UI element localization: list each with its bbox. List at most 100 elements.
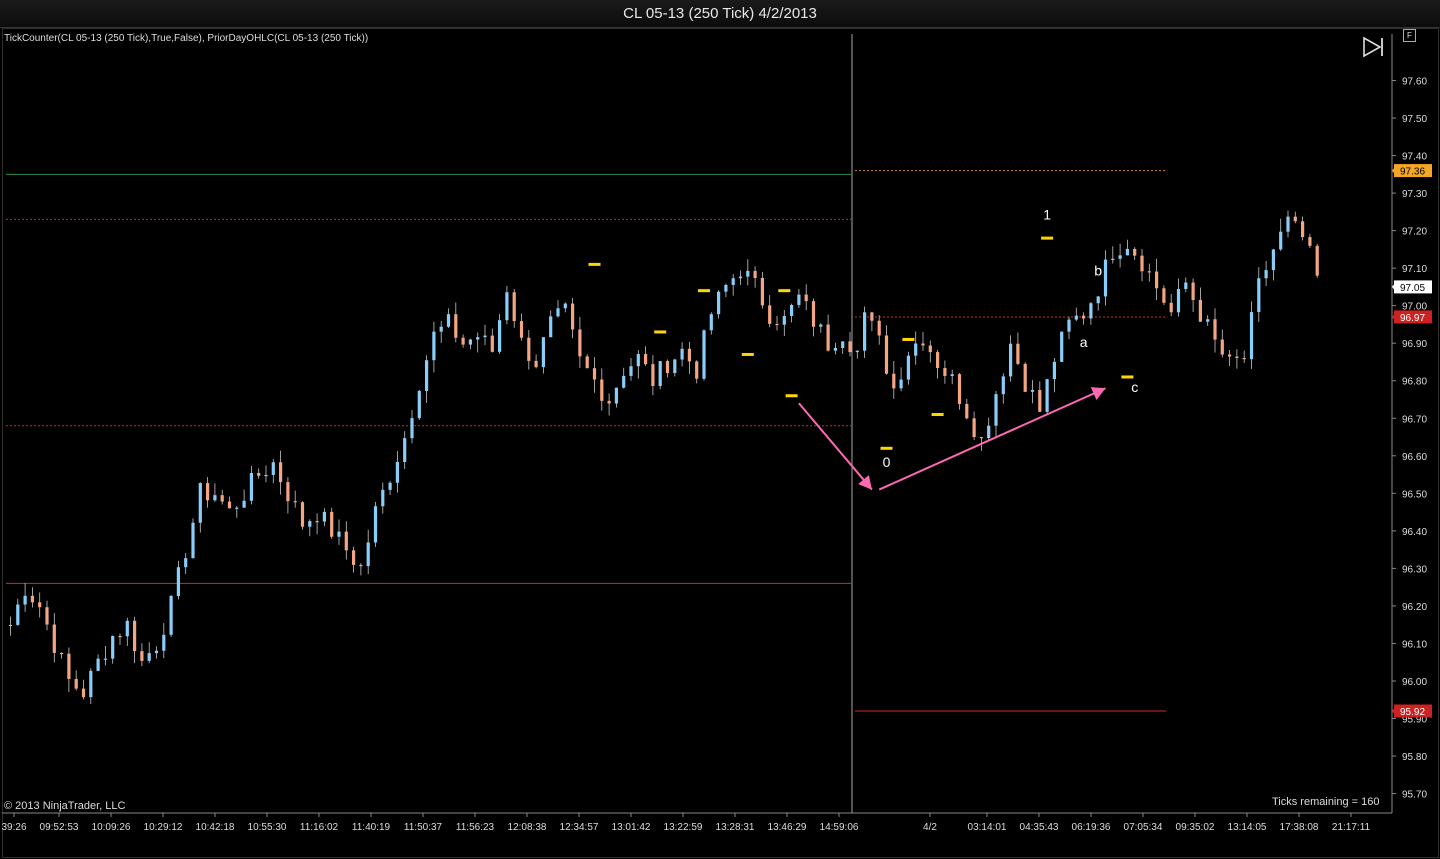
- candle: [738, 276, 743, 279]
- candle: [833, 347, 837, 351]
- ticks-remaining: Ticks remaining = 160: [1272, 796, 1380, 808]
- candle: [760, 277, 764, 306]
- x-tick-label: 14:59:06: [820, 822, 859, 833]
- swing-marker: [654, 330, 667, 334]
- candle: [731, 278, 735, 285]
- x-tick-label: 17:38:08: [1280, 822, 1319, 833]
- y-tick-label: 96.00: [1402, 677, 1427, 688]
- candle: [950, 374, 954, 376]
- candle: [1315, 245, 1319, 276]
- candle: [352, 550, 356, 565]
- price-badge-label: 96.97: [1400, 313, 1425, 324]
- candle: [673, 359, 677, 374]
- candle: [191, 522, 195, 559]
- candle: [176, 567, 180, 597]
- candle: [359, 564, 363, 567]
- x-tick-label: 13:14:05: [1228, 822, 1267, 833]
- candle: [403, 438, 407, 463]
- candle: [527, 337, 531, 361]
- candle: [213, 495, 217, 501]
- price-badge-label: 97.05: [1400, 283, 1425, 294]
- candle: [81, 688, 86, 698]
- indicator-label: TickCounter(CL 05-13 (250 Tick),True,Fal…: [4, 33, 369, 44]
- candle: [877, 320, 881, 336]
- candle: [67, 653, 71, 679]
- candle: [1308, 237, 1312, 246]
- swing-marker: [785, 394, 798, 398]
- candle: [811, 301, 816, 327]
- candle: [585, 356, 589, 369]
- candle: [315, 521, 319, 523]
- f-button[interactable]: F: [1403, 29, 1416, 42]
- candle: [103, 658, 107, 660]
- candle: [30, 595, 34, 603]
- candle: [373, 506, 378, 543]
- candle: [1052, 361, 1056, 380]
- candle: [571, 303, 575, 330]
- candle: [1242, 357, 1246, 360]
- candle: [775, 323, 779, 326]
- x-tick-label: 13:22:59: [664, 822, 703, 833]
- candle: [432, 331, 436, 361]
- x-tick-label: 10:55:30: [248, 822, 287, 833]
- x-tick-label: 11:56:23: [456, 822, 495, 833]
- candle: [322, 511, 326, 522]
- candle: [476, 337, 480, 340]
- price-chart[interactable]: 01abc 95.7095.8095.9096.0096.1096.2096.3…: [0, 0, 1440, 859]
- candle: [987, 425, 991, 438]
- candle: [490, 335, 494, 352]
- x-tick-label: 06:19:36: [1072, 822, 1111, 833]
- candle: [1220, 339, 1224, 355]
- x-tick-label: 13:28:31: [716, 822, 755, 833]
- candle: [206, 483, 210, 501]
- candle: [330, 511, 334, 537]
- candle: [1133, 248, 1137, 256]
- swing-marker: [778, 289, 791, 293]
- candle: [1198, 299, 1202, 322]
- candle: [257, 473, 261, 476]
- candle: [1111, 258, 1115, 260]
- skip-to-end-icon[interactable]: [1360, 36, 1386, 58]
- x-tick-label: 12:08:38: [508, 822, 547, 833]
- candle: [74, 678, 78, 689]
- x-tick-label: 04:35:43: [1020, 822, 1059, 833]
- candle: [1257, 278, 1261, 313]
- candle: [125, 620, 129, 637]
- candle: [607, 400, 611, 404]
- candle: [870, 312, 874, 321]
- candle: [279, 462, 283, 483]
- copyright-text: © 2013 NinjaTrader, LLC: [4, 800, 126, 812]
- y-tick-label: 96.30: [1402, 564, 1427, 575]
- candle: [629, 366, 633, 376]
- candle: [724, 284, 728, 292]
- candle: [366, 542, 370, 567]
- wave-label-c: c: [1131, 379, 1138, 395]
- candle: [308, 521, 312, 527]
- candle: [563, 303, 567, 309]
- candle: [600, 379, 604, 401]
- candle: [1162, 288, 1166, 303]
- candle: [1206, 319, 1210, 322]
- x-tick-label: 09:35:02: [1176, 822, 1215, 833]
- x-tick-label: 10:29:12: [144, 822, 183, 833]
- candle: [133, 620, 137, 652]
- x-tick-label: 13:01:42: [612, 822, 651, 833]
- candle: [1176, 289, 1181, 313]
- candle: [147, 653, 151, 661]
- candle: [965, 403, 969, 419]
- candle: [695, 361, 699, 379]
- candle: [556, 308, 560, 317]
- candle: [534, 360, 538, 368]
- x-tick-label: 4/2: [923, 822, 937, 833]
- x-tick-label: 03:14:01: [968, 822, 1007, 833]
- candle: [235, 507, 239, 509]
- y-tick-label: 96.80: [1402, 377, 1427, 388]
- candle: [541, 337, 545, 368]
- candle: [1235, 356, 1239, 358]
- candle: [1082, 315, 1086, 319]
- candle: [644, 354, 648, 365]
- candle: [1293, 216, 1297, 222]
- x-tick-label: 11:50:37: [404, 822, 443, 833]
- candle: [1286, 216, 1290, 232]
- candle: [614, 387, 618, 404]
